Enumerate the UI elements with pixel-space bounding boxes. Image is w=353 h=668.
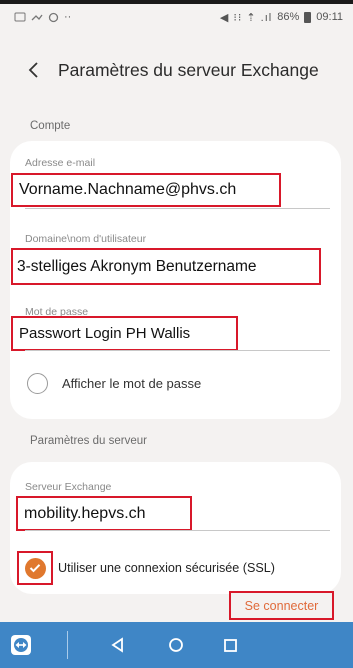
username-field[interactable]: 3-stelliges Akronym Benutzername xyxy=(11,248,321,285)
section-label-server: Paramètres du serveur xyxy=(30,435,147,447)
email-field[interactable]: Vorname.Nachname@phvs.ch xyxy=(11,173,281,207)
connect-button[interactable]: Se connecter xyxy=(229,591,334,620)
email-underline xyxy=(25,208,330,209)
sync-icon xyxy=(48,12,59,22)
server-label: Serveur Exchange xyxy=(25,481,112,493)
server-underline xyxy=(25,530,330,531)
server-field[interactable]: mobility.hepvs.ch xyxy=(16,496,192,531)
cast-icon xyxy=(31,14,43,21)
section-label-account: Compte xyxy=(30,120,71,132)
status-left-icons: ·· xyxy=(14,11,71,23)
nav-divider xyxy=(67,631,68,659)
home-circle-icon[interactable] xyxy=(166,635,186,655)
navigation-bar xyxy=(0,622,353,668)
status-bar: ·· ◀ ⁝⁝ ⇡ .ıl 86% 09:11 xyxy=(0,4,353,30)
sim-icon xyxy=(14,12,26,22)
email-label: Adresse e-mail xyxy=(25,157,96,169)
page-title: Paramètres du serveur Exchange xyxy=(58,59,319,80)
connect-label: Se connecter xyxy=(244,598,319,613)
status-right: ◀ ⁝⁝ ⇡ .ıl 86% 09:11 xyxy=(220,11,343,24)
more-dots-icon: ·· xyxy=(64,11,72,23)
ssl-checkbox[interactable] xyxy=(17,551,53,585)
ssl-label: Utiliser une connexion sécurisée (SSL) xyxy=(58,561,275,575)
show-password-radio[interactable] xyxy=(27,373,48,394)
email-value: Vorname.Nachname@phvs.ch xyxy=(19,181,237,198)
battery-icon xyxy=(304,11,312,23)
app-header: Paramètres du serveur Exchange xyxy=(0,48,353,92)
teamviewer-icon[interactable] xyxy=(8,632,34,658)
username-value: 3-stelliges Akronym Benutzername xyxy=(17,257,257,275)
server-value: mobility.hepvs.ch xyxy=(24,504,146,522)
clock: 09:11 xyxy=(316,11,343,23)
battery-percent: 86% xyxy=(277,11,300,23)
username-label: Domaine\nom d'utilisateur xyxy=(25,233,147,245)
password-field[interactable]: Passwort Login PH Wallis xyxy=(11,316,238,351)
signal-icons: ◀ ⁝⁝ ⇡ .ıl xyxy=(219,11,273,24)
password-underline xyxy=(25,350,330,351)
show-password-label: Afficher le mot de passe xyxy=(62,376,202,391)
back-triangle-icon[interactable] xyxy=(107,635,127,655)
recent-apps-icon[interactable] xyxy=(220,635,240,655)
password-value: Passwort Login PH Wallis xyxy=(19,325,191,342)
checkmark-icon xyxy=(24,557,46,579)
back-arrow-icon[interactable] xyxy=(22,59,44,81)
